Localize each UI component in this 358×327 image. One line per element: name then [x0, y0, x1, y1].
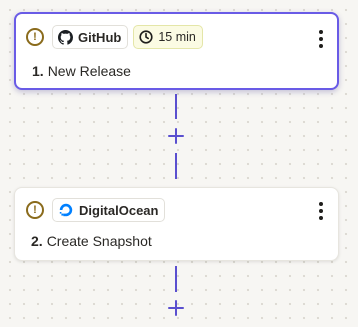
plus-icon[interactable] — [167, 299, 185, 317]
step-1-title: 1. New Release — [32, 63, 131, 79]
step-1-header: ! GitHub 15 min — [26, 24, 203, 50]
step-2-title-text: Create Snapshot — [46, 233, 152, 249]
step-1-number: 1. — [32, 63, 44, 79]
delay-label: 15 min — [158, 30, 196, 44]
warning-icon[interactable]: ! — [26, 201, 44, 219]
clock-icon — [139, 30, 153, 44]
connector-line — [175, 153, 177, 179]
step-2-header: ! DigitalOcean — [26, 197, 166, 223]
step-card-2[interactable]: ! DigitalOcean 2. Create Snapshot — [14, 187, 339, 261]
warning-icon[interactable]: ! — [26, 28, 44, 46]
app-name: DigitalOcean — [79, 202, 159, 218]
connector-line — [175, 266, 177, 292]
step-card-1[interactable]: ! GitHub 15 min 1. New Release — [14, 12, 339, 90]
more-vertical-icon[interactable] — [316, 202, 326, 220]
github-icon — [58, 29, 73, 45]
app-chip-digitalocean[interactable]: DigitalOcean — [52, 198, 166, 222]
digitalocean-icon — [59, 203, 73, 217]
app-name: GitHub — [78, 29, 122, 45]
step-2-number: 2. — [31, 233, 43, 249]
connector-line — [175, 94, 177, 119]
more-vertical-icon[interactable] — [316, 30, 326, 48]
delay-chip[interactable]: 15 min — [133, 25, 203, 49]
step-1-title-text: New Release — [47, 63, 131, 79]
app-chip-github[interactable]: GitHub — [52, 25, 129, 49]
plus-icon[interactable] — [167, 127, 185, 145]
step-2-title: 2. Create Snapshot — [31, 233, 152, 249]
